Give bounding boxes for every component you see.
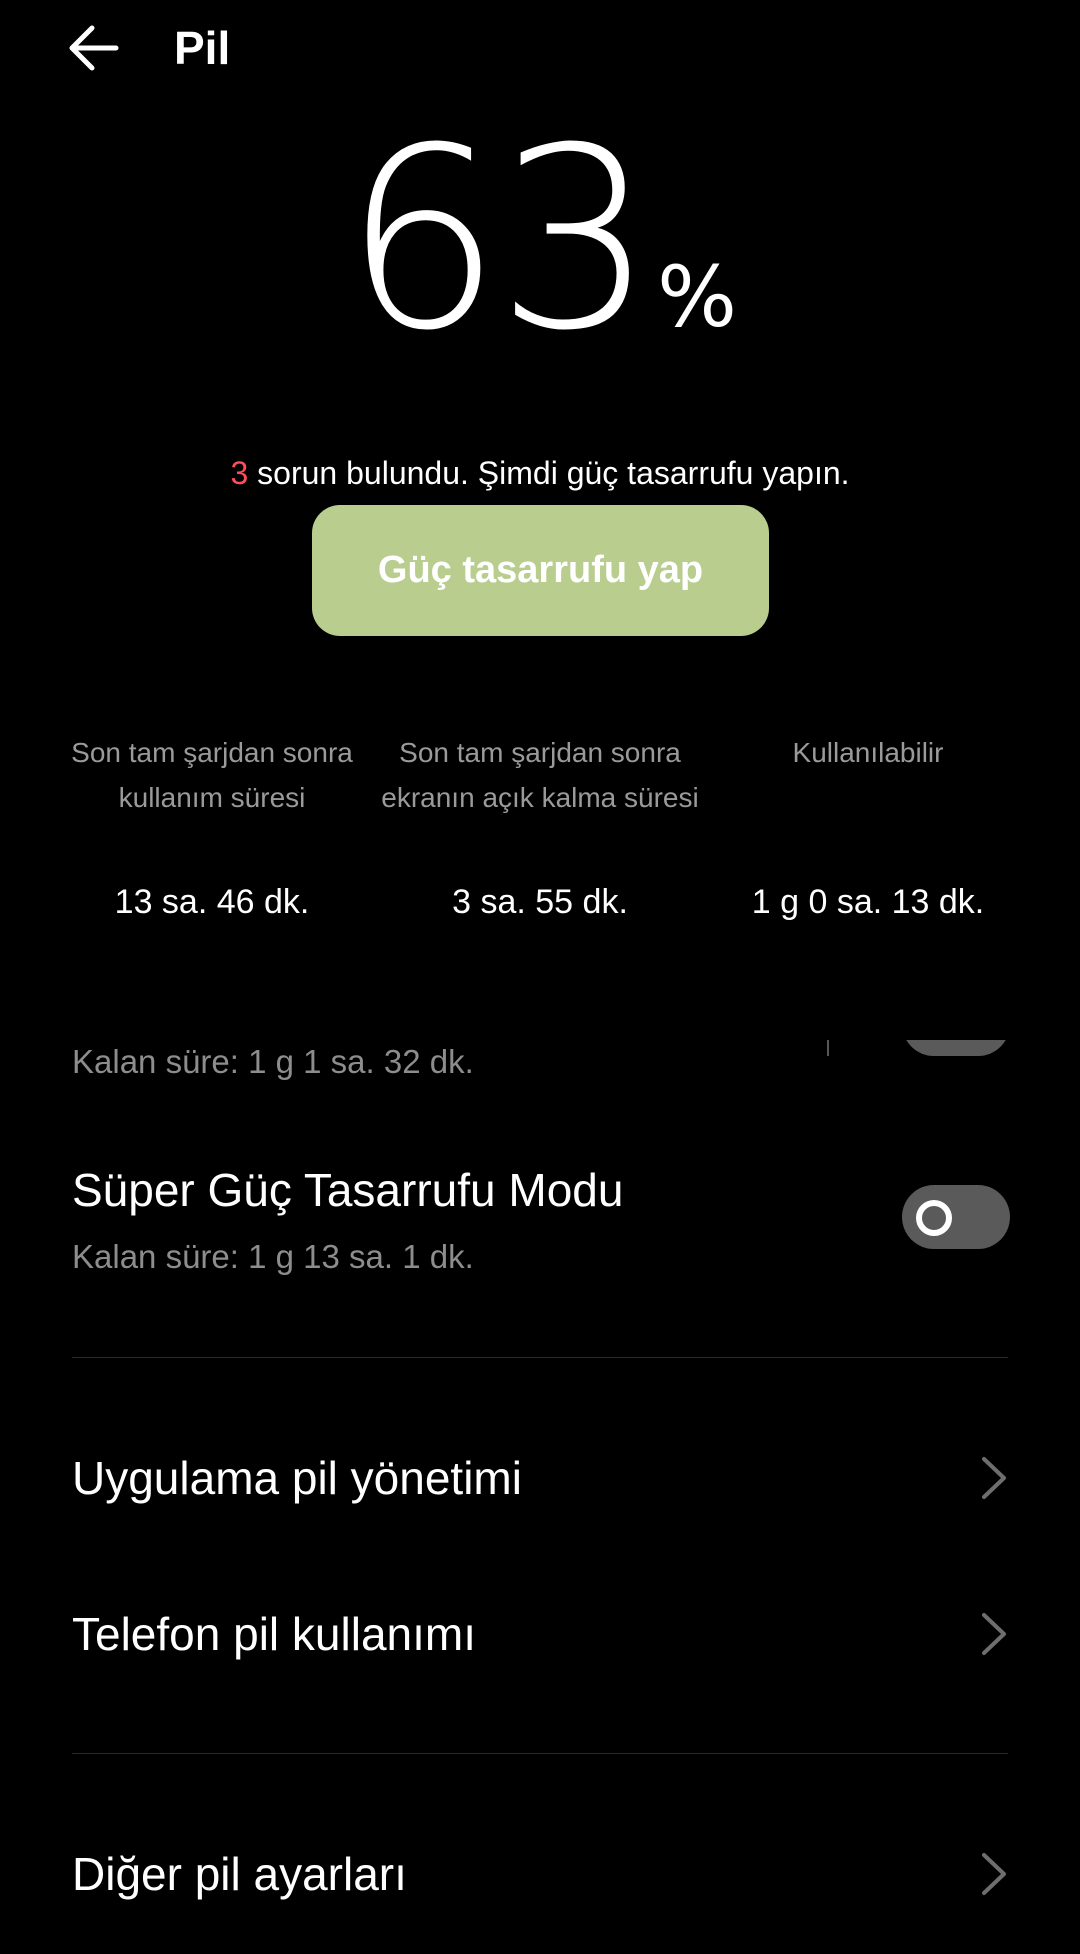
power-saving-toggle[interactable] [902, 1040, 1010, 1056]
super-power-saving-title: Süper Güç Tasarrufu Modu [72, 1164, 624, 1216]
chevron-right-icon [982, 1457, 1006, 1499]
divider [72, 1753, 1008, 1754]
super-power-saving-row[interactable]: Süper Güç Tasarrufu Modu Kalan süre: 1 g… [0, 1150, 1080, 1290]
chevron-right-icon [982, 1853, 1006, 1895]
stat-screen-on-time: Son tam şarjdan sonra ekranın açık kalma… [380, 730, 700, 924]
issues-message: 3 sorun bulundu. Şimdi güç tasarrufu yap… [0, 450, 1080, 496]
other-battery-settings-item[interactable]: Diğer pil ayarları [0, 1819, 1080, 1929]
page-title: Pil [174, 22, 231, 74]
percent-sign: % [657, 248, 737, 346]
toggle-knob [916, 1200, 952, 1236]
power-save-button[interactable]: Güç tasarrufu yap [312, 505, 769, 636]
phone-battery-usage-item[interactable]: Telefon pil kullanımı [0, 1579, 1080, 1689]
battery-percentage: 63% [0, 115, 1080, 365]
stat-label: Son tam şarjdan sonra ekranın açık kalma… [381, 737, 699, 813]
menu-item-label: Diğer pil ayarları [72, 1848, 407, 1900]
super-power-saving-toggle[interactable] [902, 1185, 1010, 1249]
power-saving-remaining: Kalan süre: 1 g 1 sa. 32 dk. [72, 1043, 474, 1080]
back-arrow-icon[interactable] [66, 22, 122, 74]
stat-value: 1 g 0 sa. 13 dk. [751, 883, 985, 921]
stat-label: Kullanılabilir [792, 737, 944, 768]
battery-percent-value: 63 [343, 94, 655, 385]
issue-count: 3 [230, 455, 249, 491]
super-power-saving-remaining: Kalan süre: 1 g 13 sa. 1 dk. [72, 1238, 474, 1275]
app-battery-management-item[interactable]: Uygulama pil yönetimi [0, 1423, 1080, 1533]
menu-item-label: Telefon pil kullanımı [72, 1608, 476, 1660]
stat-value: 13 sa. 46 dk. [114, 883, 310, 921]
stat-label: Son tam şarjdan sonra kullanım süresi [71, 737, 353, 813]
stat-usage-since-charge: Son tam şarjdan sonra kullanım süresi 13… [52, 730, 372, 924]
chevron-right-icon [982, 1613, 1006, 1655]
issue-text: sorun bulundu. Şimdi güç tasarrufu yapın… [248, 455, 850, 491]
menu-item-label: Uygulama pil yönetimi [72, 1452, 522, 1504]
divider [72, 1357, 1008, 1358]
stat-available-time: Kullanılabilir 1 g 0 sa. 13 dk. [708, 730, 1028, 924]
scroll-fragment [827, 1040, 829, 1056]
stat-value: 3 sa. 55 dk. [452, 883, 628, 921]
app-header: Pil [0, 0, 1080, 100]
